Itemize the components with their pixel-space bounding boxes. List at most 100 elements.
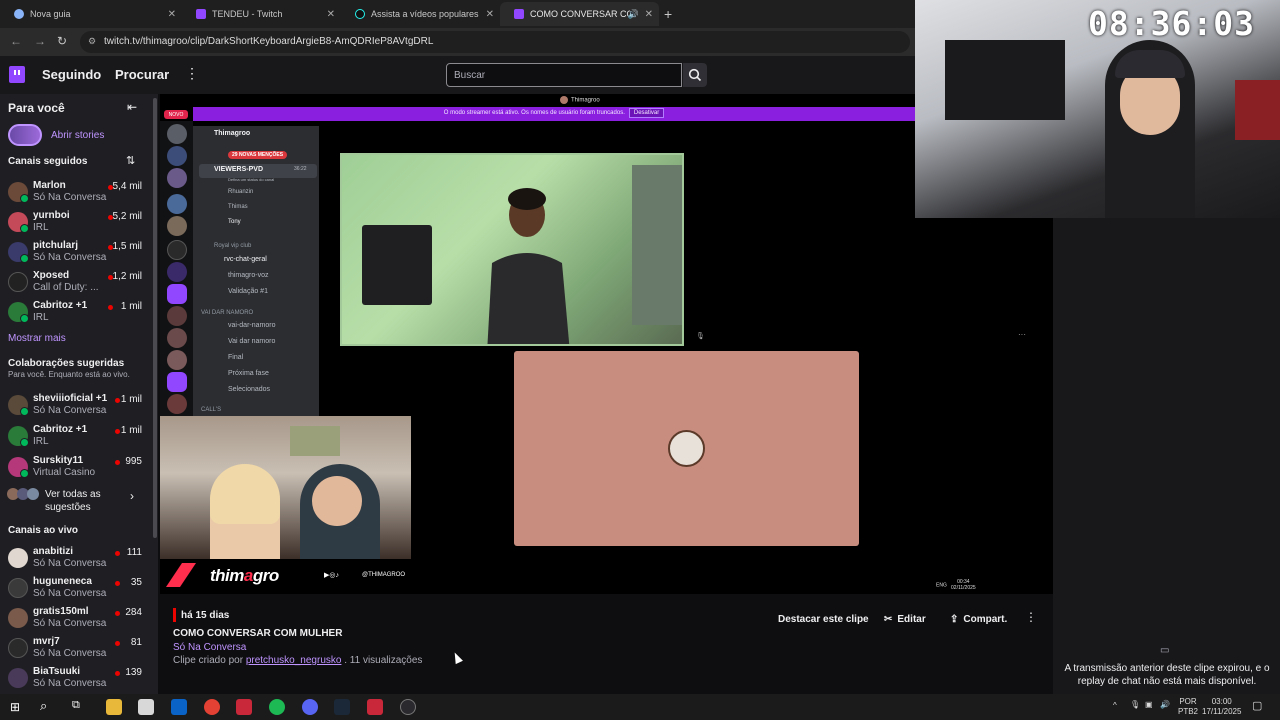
live-channel[interactable]: huguneneca Só Na Conversa 35 (0, 574, 152, 602)
live-dot-icon (115, 611, 120, 616)
tray-chevron-icon[interactable]: ^ (1113, 701, 1117, 710)
person-figure (487, 188, 570, 344)
url-text: twitch.tv/thimagroo/clip/DarkShortKeyboa… (104, 36, 434, 47)
back-icon[interactable]: ← (10, 34, 22, 48)
app-icon[interactable] (236, 699, 252, 715)
outlook-icon[interactable] (171, 699, 187, 715)
clip-creator-link[interactable]: pretchusko_negrusko (246, 655, 342, 666)
chair (1235, 80, 1280, 140)
microphone-icon[interactable]: 🎙 (1130, 700, 1140, 709)
browser-tab[interactable]: TENDEU - Twitch ✕ (182, 2, 341, 26)
suggested-collab[interactable]: Surskity11 Virtual Casino 995 (0, 453, 152, 481)
channel-category: Só Na Conversa (33, 618, 107, 629)
wall-art (290, 426, 340, 456)
taskbar-clock[interactable]: 03:00 17/11/2025 (1202, 697, 1241, 717)
file-explorer-icon[interactable] (106, 699, 122, 715)
search-button[interactable] (683, 63, 707, 87)
site-info-icon[interactable]: ⚙ (88, 36, 96, 47)
channel-category: Só Na Conversa (33, 588, 107, 599)
followed-channel[interactable]: pitchularj Só Na Conversa 1,5 mil (0, 238, 152, 266)
steam-icon[interactable] (334, 699, 350, 715)
volume-icon[interactable]: 🔊 (1160, 700, 1170, 709)
viewer-count: 5,4 mil (112, 181, 142, 192)
notification-icon[interactable]: ▢ (1252, 699, 1262, 712)
open-stories-link[interactable]: Abrir stories (51, 130, 104, 141)
channel-name: BiaTsuuki (33, 666, 81, 677)
live-dot-icon (115, 641, 120, 646)
nav-following[interactable]: Seguindo (42, 67, 101, 82)
live-channel[interactable]: gratis150ml Só Na Conversa 284 (0, 604, 152, 632)
live-channel[interactable]: mvrj7 Só Na Conversa 81 (0, 634, 152, 662)
language-indicator[interactable]: POR PTB2 (1178, 697, 1198, 717)
clip-title: COMO CONVERSAR COM MULHER (173, 628, 343, 639)
voice-channel-name: VIEWERS-PVD (214, 166, 264, 173)
server-icon (167, 262, 187, 282)
suggested-collab[interactable]: sheviiioficial +1 Só Na Conversa 1 mil (0, 391, 152, 419)
url-field[interactable]: ⚙ twitch.tv/thimagroo/clip/DarkShortKeyb… (80, 31, 910, 53)
show-more-link[interactable]: Mostrar mais (8, 333, 66, 344)
spotify-icon[interactable] (269, 699, 285, 715)
member: Tony (228, 219, 241, 225)
feature-clip-button[interactable]: Destacar este clipe (778, 610, 869, 628)
live-badge-icon (20, 314, 29, 323)
edit-button[interactable]: ✂ Editar (884, 610, 926, 628)
avatar (668, 430, 705, 467)
search-icon[interactable]: ⌕ (40, 698, 47, 714)
followed-channel[interactable]: Cabritoz +1 IRL 1 mil (0, 298, 152, 326)
more-options-icon[interactable]: ⋮ (185, 65, 199, 82)
browser-tab[interactable]: Assista a vídeos populares para ✕ (341, 2, 500, 26)
live-badge-icon (20, 224, 29, 233)
viewer-count: 1 mil (120, 394, 142, 405)
network-icon[interactable]: ▣ (1145, 700, 1153, 709)
live-dot-icon (115, 460, 120, 465)
search-input[interactable] (446, 63, 682, 87)
speaker-icon[interactable]: 🔊 (628, 9, 639, 20)
close-icon[interactable]: ✕ (645, 9, 653, 20)
clip-category-link[interactable]: Só Na Conversa (173, 642, 246, 653)
collapse-sidebar-icon[interactable]: ⇤ (127, 100, 137, 114)
new-tab-button[interactable]: + (664, 6, 672, 22)
close-icon[interactable]: ✕ (486, 9, 494, 20)
store-icon[interactable] (138, 699, 154, 715)
close-icon[interactable]: ✕ (327, 9, 335, 20)
browser-tab-active[interactable]: COMO CONVERSAR COM M 🔊 ✕ (500, 2, 659, 26)
close-icon[interactable]: ✕ (168, 9, 176, 20)
reload-icon[interactable]: ↻ (57, 34, 67, 48)
followed-channel[interactable]: Marlon Só Na Conversa 5,4 mil (0, 178, 152, 206)
windows-start-icon[interactable]: ⊞ (10, 700, 20, 714)
followed-channel[interactable]: yurnboi IRL 5,2 mil (0, 208, 152, 236)
mute-icon: 🎙 (696, 333, 705, 340)
live-badge-icon (20, 438, 29, 447)
member: Thimas (228, 204, 248, 210)
live-channel[interactable]: BiaTsuuki Só Na Conversa 139 (0, 664, 152, 692)
followed-channel[interactable]: Xposed Call of Duty: ... 1,2 mil (0, 268, 152, 296)
browser-tab[interactable]: Nova guia ✕ (0, 2, 182, 26)
obs-icon[interactable] (400, 699, 416, 715)
chrome-icon[interactable] (204, 699, 220, 715)
avatar (8, 668, 28, 688)
share-button[interactable]: ⇪ Compart. (950, 610, 1007, 628)
hair-left (210, 464, 280, 524)
stories-avatars[interactable] (8, 124, 42, 146)
more-options-icon[interactable]: ⋮ (1025, 610, 1037, 624)
clip-age: há 15 dias (181, 610, 230, 621)
discord-icon[interactable] (302, 699, 318, 715)
live-badge-icon (20, 194, 29, 203)
task-view-icon[interactable]: ⧉ (72, 699, 80, 712)
server-name: Thimagroo (214, 130, 251, 137)
voice-channel: Final (228, 354, 244, 361)
nav-browse[interactable]: Procurar (115, 67, 169, 82)
channel-name: anabitizi (33, 546, 74, 557)
facecam-overlay (160, 416, 411, 559)
video-call-tile-b (514, 351, 859, 546)
sort-icon[interactable]: ⇅ (126, 154, 135, 167)
live-channel[interactable]: anabitizi Só Na Conversa 111 (0, 544, 152, 572)
sidebar-scrollbar[interactable] (152, 94, 158, 694)
app-icon[interactable] (367, 699, 383, 715)
suggested-collab[interactable]: Cabritoz +1 IRL 1 mil (0, 422, 152, 450)
text-channel: vai-dar-namoro (228, 322, 276, 329)
forward-icon[interactable]: → (34, 34, 46, 48)
see-all-suggestions[interactable]: Ver todas as sugestões › (0, 484, 152, 514)
live-badge-icon (20, 407, 29, 416)
twitch-logo-icon[interactable] (9, 66, 25, 83)
